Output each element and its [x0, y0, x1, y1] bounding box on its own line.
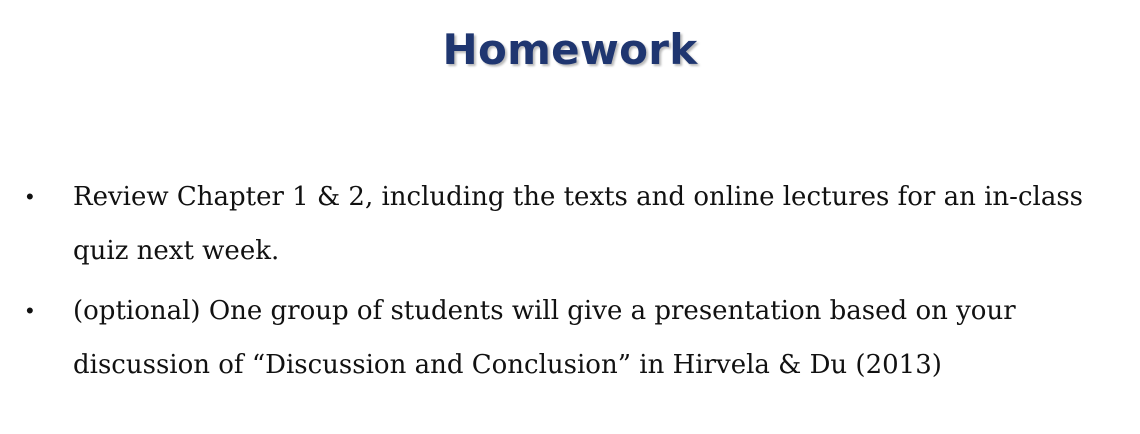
- slide-title: Homework: [442, 25, 698, 74]
- slide: Homework • Review Chapter 1 & 2, includi…: [0, 0, 1140, 434]
- bullet-marker: •: [26, 298, 34, 323]
- bullet-text-review: Review Chapter 1 & 2, including the text…: [73, 182, 1084, 266]
- bullet-marker: •: [26, 184, 34, 209]
- bullet-list: • Review Chapter 1 & 2, including the te…: [0, 170, 1140, 398]
- bullet-text-presentation: (optional) One group of students will gi…: [73, 296, 1016, 380]
- bullet-item-review: • Review Chapter 1 & 2, including the te…: [0, 170, 1140, 278]
- bullet-item-presentation: • (optional) One group of students will …: [0, 284, 1140, 392]
